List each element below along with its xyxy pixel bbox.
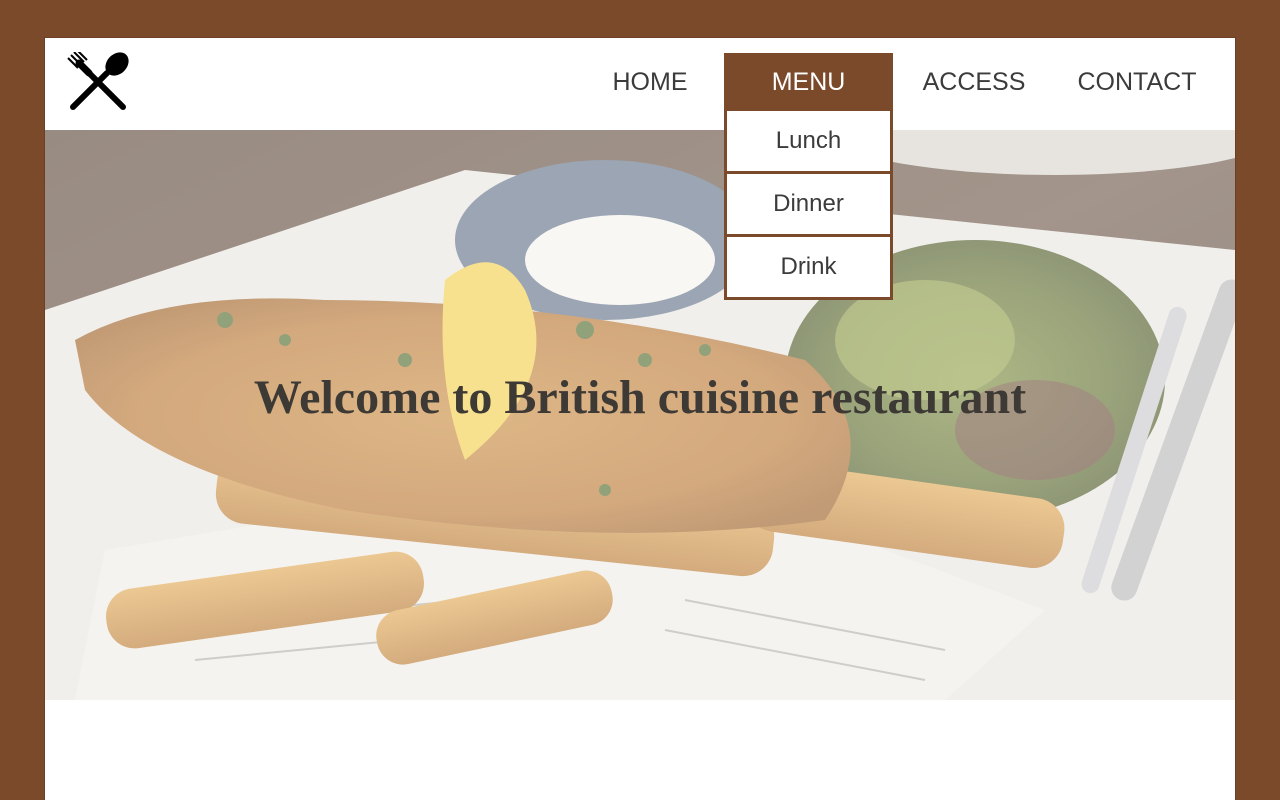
nav-item-menu[interactable]: MENU	[724, 53, 893, 111]
site-header: HOME MENU ACCESS CONTACT	[45, 38, 1235, 130]
main-nav: HOME MENU ACCESS CONTACT	[45, 53, 1235, 111]
nav-item-contact[interactable]: CONTACT	[1067, 53, 1207, 111]
hero-banner: Welcome to British cuisine restaurant	[45, 130, 1235, 700]
nav-item-home[interactable]: HOME	[593, 53, 707, 111]
page-frame: HOME MENU ACCESS CONTACT Lunch Dinner Dr…	[45, 38, 1235, 800]
dropdown-item-drink[interactable]: Drink	[724, 237, 893, 300]
menu-dropdown: Lunch Dinner Drink	[724, 111, 893, 300]
dropdown-item-dinner[interactable]: Dinner	[724, 174, 893, 237]
nav-item-access[interactable]: ACCESS	[912, 53, 1036, 111]
dropdown-item-lunch[interactable]: Lunch	[724, 111, 893, 174]
hero-title: Welcome to British cuisine restaurant	[253, 371, 1027, 424]
